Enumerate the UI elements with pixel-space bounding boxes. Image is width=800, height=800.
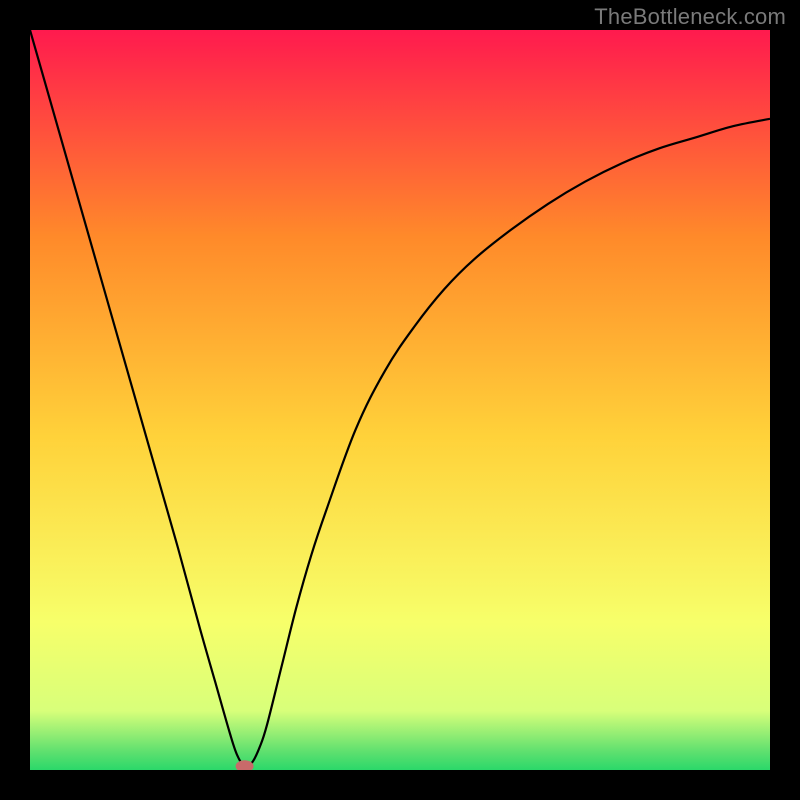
plot-area [30,30,770,770]
chart-svg [30,30,770,770]
gradient-background [30,30,770,770]
watermark-text: TheBottleneck.com [594,4,786,30]
chart-frame: TheBottleneck.com [0,0,800,800]
